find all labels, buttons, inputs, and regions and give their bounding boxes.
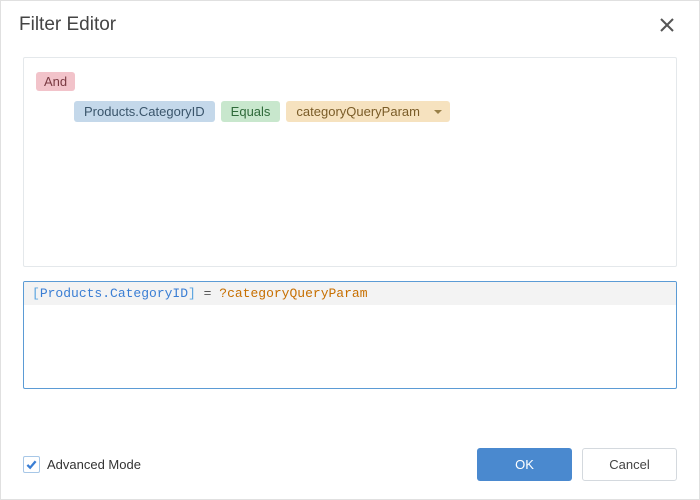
- filter-editor-dialog: Filter Editor And Products.CategoryID Eq…: [0, 0, 700, 500]
- dialog-title: Filter Editor: [19, 14, 116, 36]
- checkbox-box: [23, 456, 40, 473]
- advanced-mode-checkbox[interactable]: Advanced Mode: [23, 456, 141, 473]
- expr-eq: =: [196, 286, 219, 301]
- dialog-footer: Advanced Mode OK Cancel: [1, 434, 699, 499]
- check-icon: [26, 459, 37, 470]
- expr-param-prefix: ?: [219, 286, 227, 301]
- condition-operator-chip[interactable]: Equals: [221, 101, 281, 122]
- condition-value-label: categoryQueryParam: [296, 104, 420, 119]
- ok-button[interactable]: OK: [477, 448, 572, 481]
- expr-close-bracket: ]: [188, 286, 196, 301]
- dialog-header: Filter Editor: [1, 1, 699, 45]
- dialog-body: And Products.CategoryID Equals categoryQ…: [1, 45, 699, 434]
- chevron-down-icon: [434, 110, 442, 114]
- group-operator[interactable]: And: [36, 72, 75, 91]
- cancel-button[interactable]: Cancel: [582, 448, 677, 481]
- visual-filter-area: And Products.CategoryID Equals categoryQ…: [23, 57, 677, 267]
- expr-open-bracket: [: [32, 286, 40, 301]
- advanced-mode-label: Advanced Mode: [47, 457, 141, 472]
- filter-condition-row: Products.CategoryID Equals categoryQuery…: [74, 101, 664, 122]
- expr-param: categoryQueryParam: [227, 286, 367, 301]
- expression-text: [Products.CategoryID] = ?categoryQueryPa…: [24, 282, 676, 305]
- condition-value-chip[interactable]: categoryQueryParam: [286, 101, 450, 122]
- expression-editor[interactable]: [Products.CategoryID] = ?categoryQueryPa…: [23, 281, 677, 389]
- footer-buttons: OK Cancel: [477, 448, 677, 481]
- condition-field-chip[interactable]: Products.CategoryID: [74, 101, 215, 122]
- expr-field: Products.CategoryID: [40, 286, 188, 301]
- close-button[interactable]: [653, 11, 681, 39]
- close-icon: [660, 18, 674, 32]
